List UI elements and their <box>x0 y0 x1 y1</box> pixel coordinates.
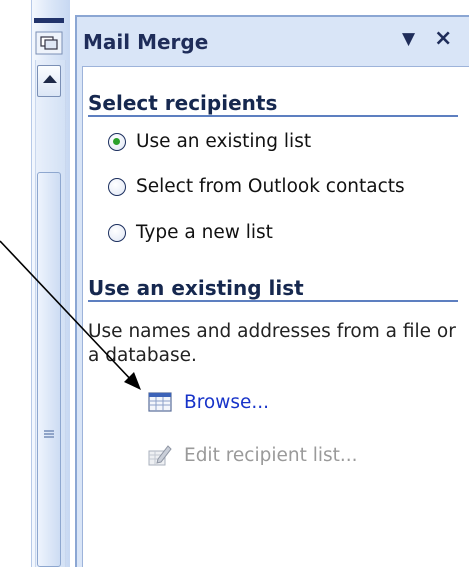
pointer-arrow <box>0 240 141 390</box>
